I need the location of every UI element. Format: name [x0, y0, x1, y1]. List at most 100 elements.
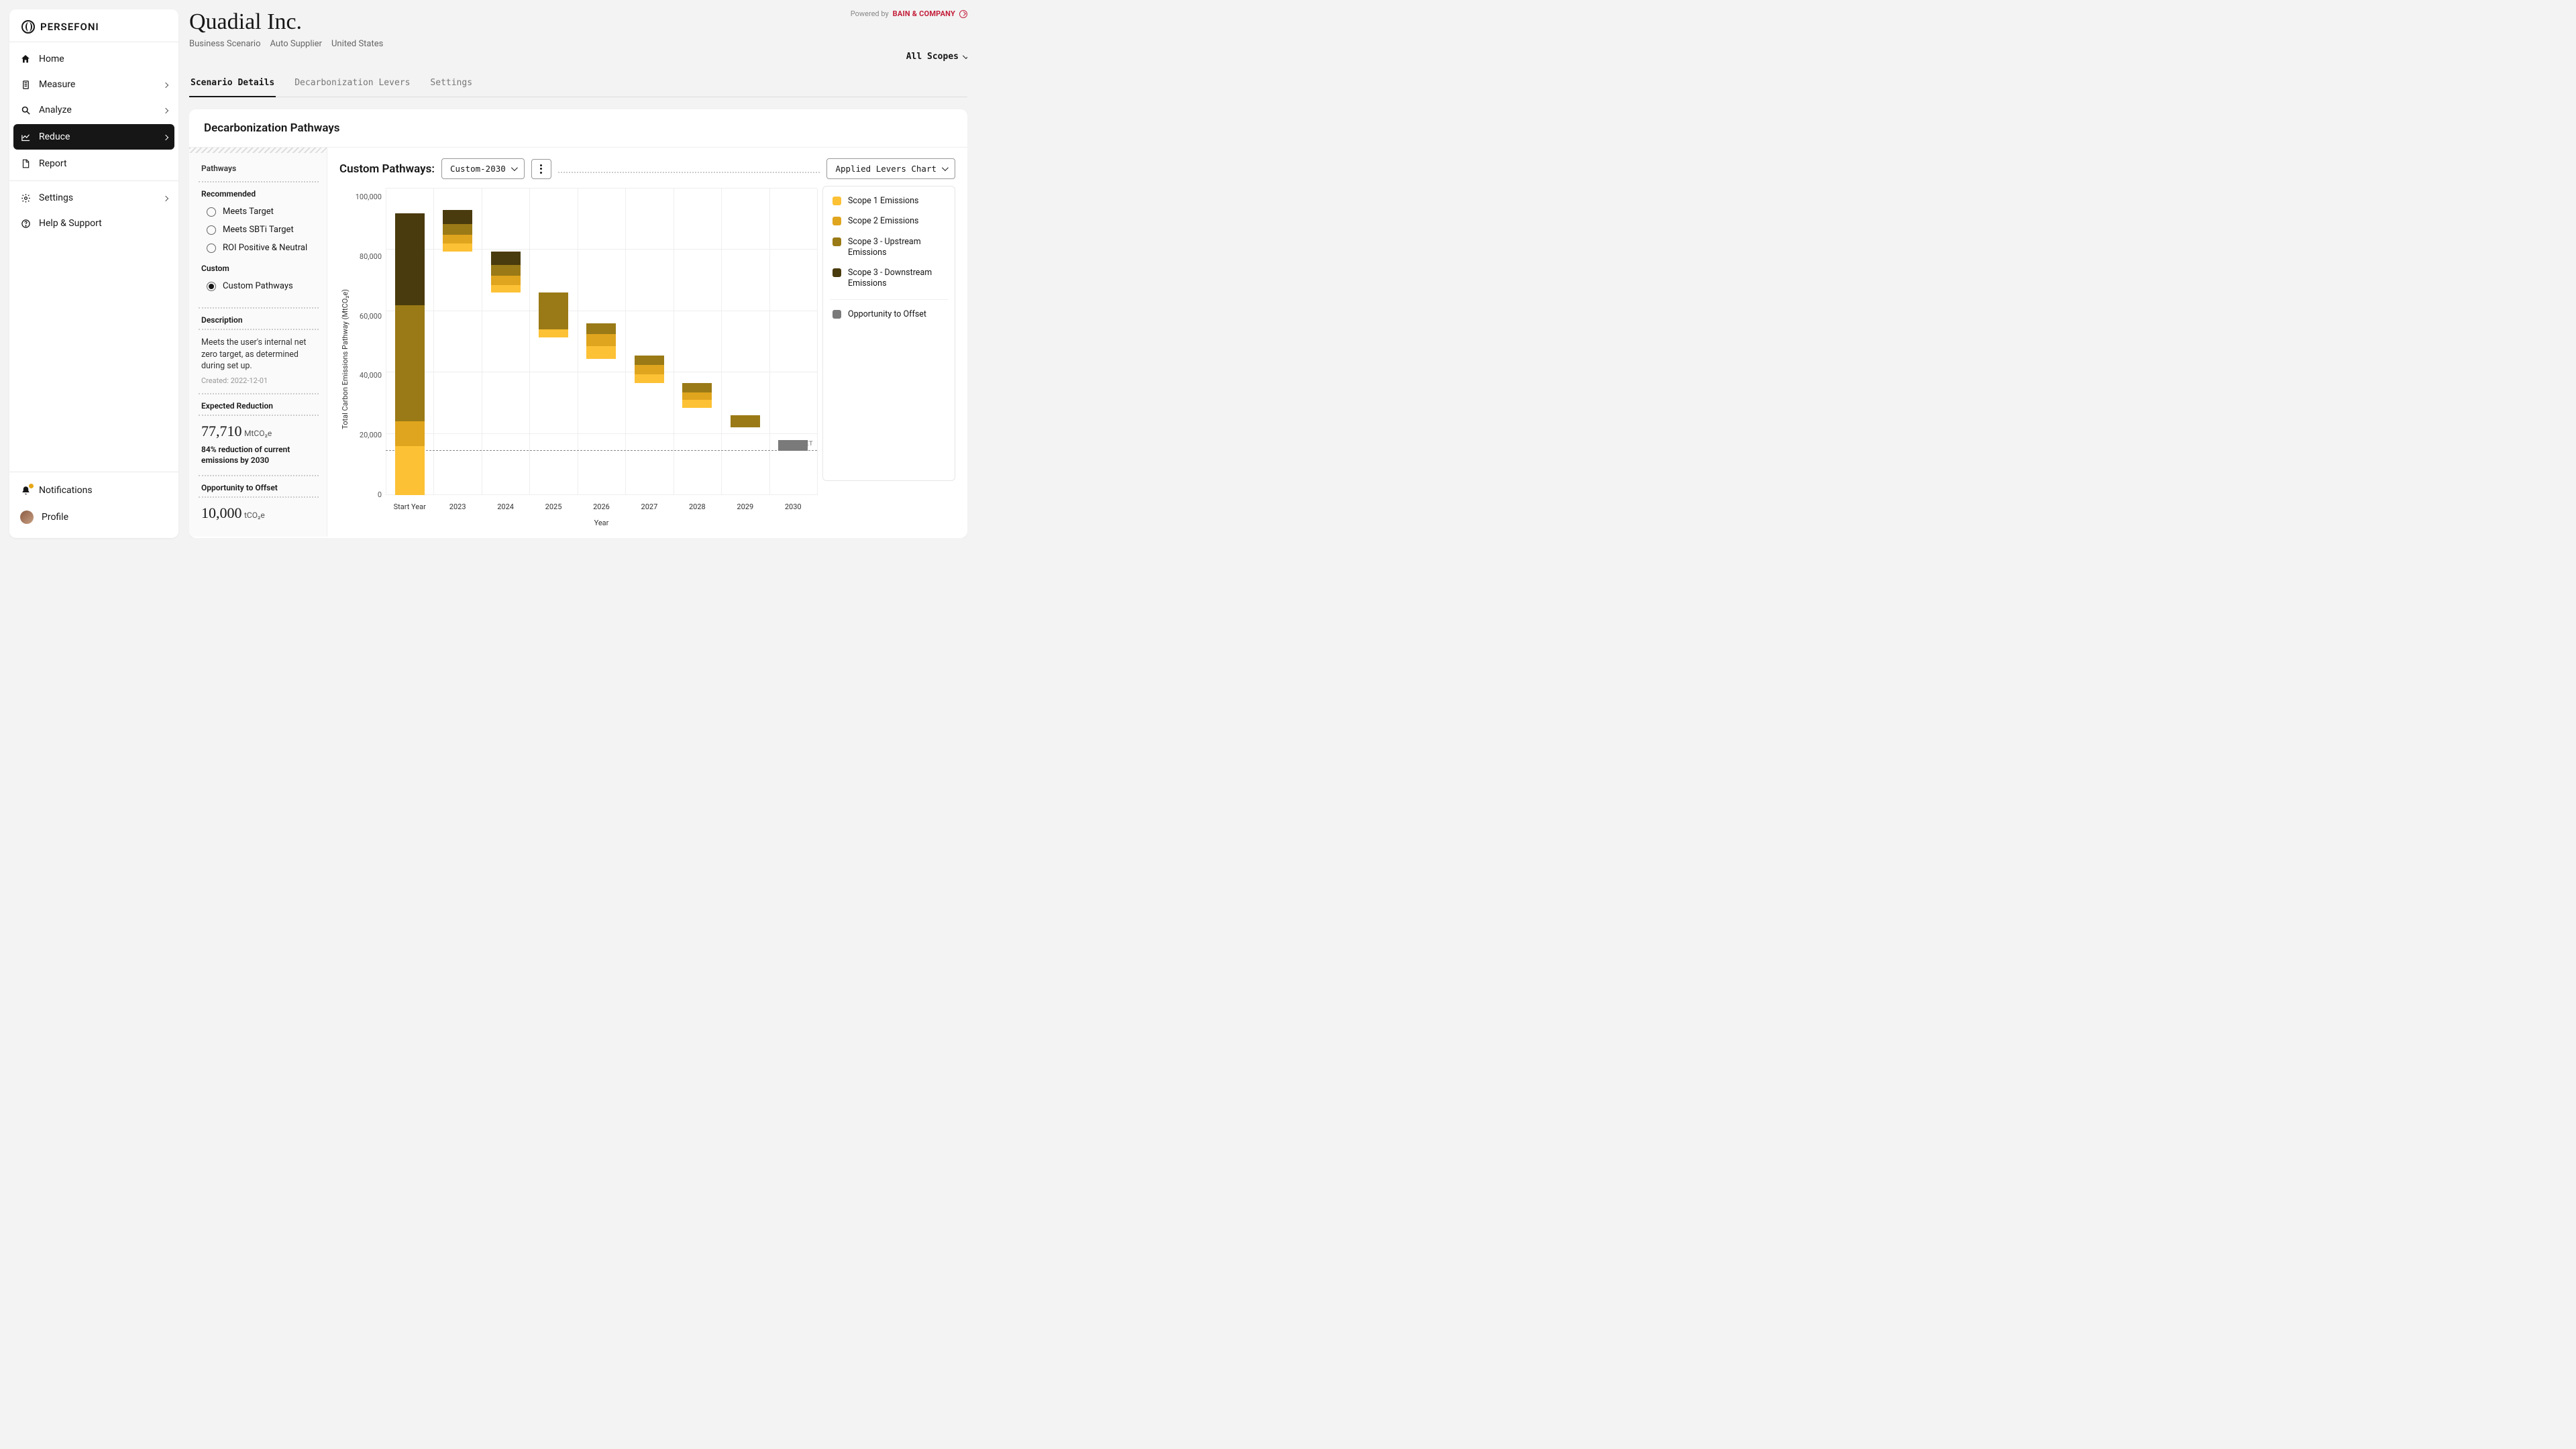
option-label: Meets SBTi Target [223, 225, 294, 235]
tab-settings[interactable]: Settings [429, 71, 474, 97]
legend-label: Opportunity to Offset [848, 309, 926, 320]
bar-segment-s1 [635, 374, 664, 384]
opportunity-to-offset-value: 10,000 [201, 504, 242, 521]
swatch-icon [833, 197, 841, 205]
gear-icon [20, 193, 31, 203]
nav-analyze[interactable]: Analyze [9, 97, 178, 123]
bain-logo-icon [959, 10, 967, 18]
chart-toolbar: Custom Pathways: Custom-2030 Applied Lev… [339, 158, 955, 179]
custom-heading: Custom [201, 264, 316, 273]
pathways-panel: Pathways Recommended Meets Target Meets … [189, 148, 327, 537]
bar-segment-s3u [682, 383, 712, 392]
bar-segment-s2 [635, 365, 664, 374]
brand-name: PERSEFONI [40, 21, 99, 33]
measure-icon [20, 79, 31, 90]
bar-segment-oto [778, 440, 808, 451]
divider [199, 415, 319, 416]
crumb-item[interactable]: United States [331, 39, 383, 49]
legend-label: Scope 3 - Upstream Emissions [848, 237, 945, 259]
expected-reduction-unit: MtCO₂e [244, 429, 272, 438]
option-custom-pathways[interactable]: Custom Pathways [201, 277, 316, 295]
legend-item-scope1[interactable]: Scope 1 Emissions [833, 196, 945, 207]
crumb-item[interactable]: Auto Supplier [270, 39, 322, 49]
description-text: Meets the user's internal net zero targe… [201, 337, 316, 372]
legend-item-offset[interactable]: Opportunity to Offset [833, 309, 945, 320]
bar-segment-s1 [682, 400, 712, 407]
opportunity-to-offset-unit: tCO₂e [244, 511, 265, 520]
nav-report[interactable]: Report [9, 151, 178, 176]
tab-decarbonization-levers[interactable]: Decarbonization Levers [293, 71, 411, 97]
chevron-down-icon [942, 164, 949, 171]
legend-item-scope2[interactable]: Scope 2 Emissions [833, 216, 945, 227]
bar-segment-s1 [586, 346, 616, 358]
notification-dot-icon [29, 484, 34, 488]
chevron-down-icon [511, 164, 518, 171]
expected-reduction-sub: 84% reduction of current emissions by 20… [201, 444, 316, 466]
nav-home[interactable]: Home [9, 46, 178, 72]
divider [199, 496, 319, 498]
bar-segment-s3d [443, 210, 472, 224]
bell-icon [20, 485, 31, 496]
nav-settings[interactable]: Settings [9, 185, 178, 211]
nav-reduce[interactable]: Reduce [13, 124, 174, 150]
radio-icon [207, 225, 216, 235]
more-actions-button[interactable] [531, 159, 551, 179]
bar-segment-s3u [586, 323, 616, 334]
swatch-icon [833, 310, 841, 319]
option-roi[interactable]: ROI Positive & Neutral [201, 239, 316, 257]
sidebar-bottom: Notifications Profile [9, 472, 178, 538]
custom-pathways-label: Custom Pathways: [339, 162, 435, 176]
bar-segment-s3d [491, 252, 521, 266]
chart-type-select[interactable]: Applied Levers Chart [826, 158, 955, 179]
divider [199, 329, 319, 330]
plot: Total Carbon Emissions Pathway (MtCO₂e) … [339, 182, 955, 537]
divider [199, 181, 319, 182]
legend-item-scope3-upstream[interactable]: Scope 3 - Upstream Emissions [833, 237, 945, 259]
swatch-icon [833, 237, 841, 246]
divider [199, 393, 319, 394]
pathway-select[interactable]: Custom-2030 [441, 158, 525, 179]
y-axis-title: Total Carbon Emissions Pathway (MtCO₂e) [339, 289, 351, 429]
nav-label: Reduce [39, 131, 70, 142]
chevron-right-icon [164, 80, 168, 89]
bar-segment-s1 [491, 285, 521, 292]
nav-label: Settings [39, 193, 73, 203]
nav-label: Measure [39, 79, 75, 90]
option-meets-target[interactable]: Meets Target [201, 203, 316, 221]
scopes-dropdown[interactable]: All Scopes [906, 52, 967, 62]
nav-notifications[interactable]: Notifications [9, 478, 178, 503]
kebab-icon [540, 164, 542, 174]
bar-segment-s3u [491, 265, 521, 276]
bar-segment-s2 [682, 392, 712, 400]
breadcrumb: Business Scenario Auto Supplier United S… [189, 39, 967, 49]
plot-bars [386, 189, 817, 495]
header: Quadial Inc. Powered by BAIN & COMPANY [189, 9, 967, 35]
page-title: Quadial Inc. [189, 9, 302, 35]
divider [199, 475, 319, 476]
swatch-icon [833, 268, 841, 277]
pathway-select-value: Custom-2030 [450, 164, 506, 174]
bar-segment-s2 [443, 235, 472, 244]
nav-label: Profile [42, 512, 68, 523]
bar-segment-s1 [395, 446, 425, 495]
legend-item-scope3-downstream[interactable]: Scope 3 - Downstream Emissions [833, 268, 945, 290]
created-date: Created: 2022-12-01 [201, 376, 316, 385]
option-label: Custom Pathways [223, 281, 293, 291]
expected-reduction-value: 77,710 [201, 423, 242, 439]
nav-help[interactable]: Help & Support [9, 211, 178, 236]
option-label: ROI Positive & Neutral [223, 243, 307, 253]
legend-label: Scope 2 Emissions [848, 216, 919, 227]
description-heading: Description [201, 315, 316, 325]
radio-icon [207, 282, 216, 291]
radio-icon [207, 207, 216, 217]
option-meets-sbti[interactable]: Meets SBTi Target [201, 221, 316, 239]
recommended-heading: Recommended [201, 189, 316, 199]
nav-label: Help & Support [39, 218, 102, 229]
nav-measure[interactable]: Measure [9, 72, 178, 97]
crumb-item[interactable]: Business Scenario [189, 39, 261, 49]
tab-scenario-details[interactable]: Scenario Details [189, 71, 276, 97]
bar-segment-s3d [395, 213, 425, 305]
powered-by-label: Powered by [851, 9, 889, 18]
nav-profile[interactable]: Profile [9, 503, 178, 531]
card-title: Decarbonization Pathways [189, 109, 967, 148]
